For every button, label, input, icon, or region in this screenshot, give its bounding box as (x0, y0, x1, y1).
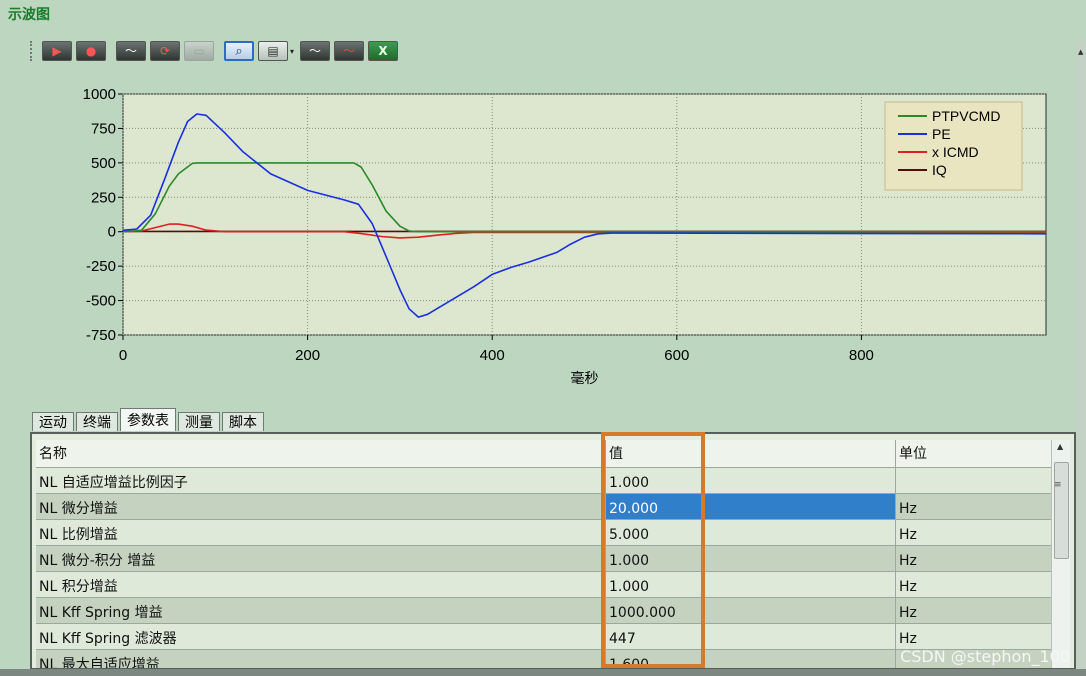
parameter-table: 名称值单位 NL 自适应增益比例因子 1.000 NL 微分增益 20.000 Hz NL … (30, 432, 1076, 670)
table-row[interactable]: NL 最大自适应增益 1.600 (36, 650, 1051, 668)
parameter-table-body: 名称值单位 NL 自适应增益比例因子 1.000 NL 微分增益 20.000 Hz NL … (36, 440, 1051, 668)
cell-name[interactable]: NL 自适应增益比例因子 (36, 468, 606, 493)
y-tick-label: -750 (86, 327, 116, 344)
x-axis-label: 毫秒 (571, 370, 599, 387)
cell-name[interactable]: NL 微分增益 (36, 494, 606, 519)
refresh-button[interactable]: ⟳ (150, 41, 180, 61)
scroll-up-icon[interactable]: ▲ (1057, 442, 1063, 451)
wave-settings-button[interactable]: 〜 (300, 41, 331, 61)
oscilloscope-chart: 10007505002500-250-500-7500 200 400 600 800毫… (83, 86, 1047, 387)
bottom-bar (0, 669, 1086, 676)
disabled-button[interactable]: ▭ (184, 41, 214, 61)
column-header[interactable]: 单位 (896, 440, 1051, 467)
cell-unit[interactable]: Hz (896, 624, 1051, 649)
legend-label: IQ (932, 162, 947, 178)
legend-label: x ICMD (932, 144, 979, 160)
window-scroll-up-icon[interactable]: ▲ (1078, 48, 1083, 56)
x-tick-label: 200 (295, 347, 320, 364)
y-tick-label: 750 (91, 120, 116, 137)
cell-name[interactable]: NL 比例增益 (36, 520, 606, 545)
y-tick-label: 500 (91, 155, 116, 172)
save-icon: ▤ (267, 44, 279, 58)
excel-icon: X (378, 44, 388, 58)
waveform-icon: 〜 (124, 44, 137, 58)
scroll-grip-icon: ≡ (1054, 480, 1062, 490)
table-row[interactable]: NL 自适应增益比例因子 1.000 (36, 468, 1051, 494)
record-icon: ● (85, 44, 97, 58)
table-row[interactable]: NL 微分增益 20.000 Hz (36, 494, 1051, 520)
y-tick-label: 0 (108, 224, 116, 241)
cell-name[interactable]: NL 最大自适应增益 (36, 650, 606, 668)
y-tick-label: -500 (86, 293, 116, 310)
tab-1[interactable]: 终端 (76, 412, 118, 431)
tab-0[interactable]: 运动 (32, 412, 74, 431)
table-row[interactable]: NL 比例增益 5.000 Hz (36, 520, 1051, 546)
cell-name[interactable]: NL 积分增益 (36, 572, 606, 597)
zoom-icon: ⌕ (235, 43, 243, 59)
tab-4[interactable]: 脚本 (222, 412, 264, 431)
scroll-thumb[interactable] (1054, 462, 1069, 559)
table-row[interactable]: NL Kff Spring 增益 1000.000 Hz (36, 598, 1051, 624)
x-tick-label: 0 (119, 347, 127, 364)
cell-name[interactable]: NL Kff Spring 滤波器 (36, 624, 606, 649)
cell-unit[interactable]: Hz (896, 546, 1051, 571)
y-tick-label: 250 (91, 189, 116, 206)
cell-name[interactable]: NL Kff Spring 增益 (36, 598, 606, 623)
toolbar: ▶ ● 〜 ⟳ ▭ ⌕ ▤ ▾ 〜 〜 X (30, 38, 402, 64)
legend-label: PE (932, 126, 951, 142)
toolbar-grip[interactable] (30, 41, 36, 61)
tab-3[interactable]: 测量 (178, 412, 220, 431)
value-column-highlight (601, 432, 705, 668)
refresh-icon: ⟳ (159, 44, 171, 58)
table-header: 名称值单位 (36, 440, 1051, 468)
cell-unit[interactable]: Hz (896, 494, 1051, 519)
record-button[interactable]: ● (76, 41, 106, 61)
window-scrollbar[interactable]: ▲ (1076, 40, 1086, 668)
save-button[interactable]: ▤ (258, 41, 288, 61)
table-row[interactable]: NL Kff Spring 滤波器 447 Hz (36, 624, 1051, 650)
tab-2[interactable]: 参数表 (120, 408, 176, 431)
y-tick-label: 1000 (83, 86, 116, 103)
cell-unit[interactable]: Hz (896, 520, 1051, 545)
disabled-icon: ▭ (193, 44, 205, 58)
waveform-button[interactable]: 〜 (116, 41, 146, 61)
legend-label: PTPVCMD (932, 108, 1000, 124)
cell-unit[interactable] (896, 468, 1051, 493)
table-scrollbar[interactable]: ▲ ≡ (1051, 440, 1070, 668)
cell-unit[interactable]: Hz (896, 598, 1051, 623)
cell-name[interactable]: NL 微分-积分 增益 (36, 546, 606, 571)
excel-button[interactable]: X (368, 41, 399, 61)
tab-bar: 运动 终端 参数表 测量 脚本 (32, 408, 266, 431)
x-tick-label: 800 (849, 347, 874, 364)
play-record-icon: ▶ (52, 44, 62, 58)
cell-unit[interactable]: Hz (896, 572, 1051, 597)
play-record-button[interactable]: ▶ (42, 41, 72, 61)
table-row[interactable]: NL 积分增益 1.000 Hz (36, 572, 1051, 598)
dropdown-arrow-icon[interactable]: ▾ (290, 47, 294, 56)
wave-export-icon: 〜 (343, 44, 356, 58)
table-row[interactable]: NL 微分-积分 增益 1.000 Hz (36, 546, 1051, 572)
watermark: CSDN @stephon_100 (900, 647, 1070, 666)
x-tick-label: 600 (664, 347, 689, 364)
x-tick-label: 400 (480, 347, 505, 364)
column-header[interactable]: 名称 (36, 440, 606, 467)
wave-export-button[interactable]: 〜 (334, 41, 365, 61)
y-tick-label: -250 (86, 258, 116, 275)
wave-settings-icon: 〜 (309, 44, 322, 58)
panel-title: 示波图 (8, 7, 50, 23)
zoom-button[interactable]: ⌕ (224, 41, 254, 61)
